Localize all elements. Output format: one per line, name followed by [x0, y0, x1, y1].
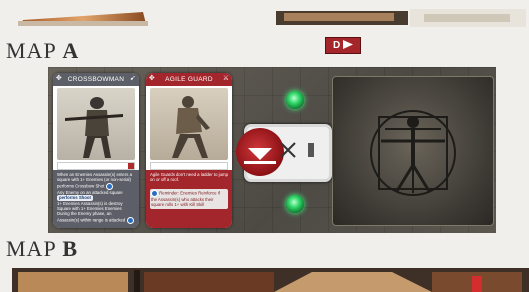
card-agile-guard[interactable]: ✥ AGILE GUARD ⚔ Agile Guards don't need … [146, 73, 232, 228]
map-a-label: MAP A [6, 38, 79, 64]
card-agile-guard-header: ✥ AGILE GUARD ⚔ [146, 73, 232, 86]
reminder-icon [151, 189, 158, 197]
door-badge: D [325, 37, 361, 54]
tile-strip-left [18, 12, 148, 26]
card-agile-guard-title: AGILE GUARD [165, 76, 213, 83]
map-b-letter: B [62, 236, 79, 261]
card-crossbowman-text: When an Enemies Assassin(s) enters a squ… [53, 170, 139, 228]
door-badge-label: D [332, 40, 341, 51]
chevron-down-icon [244, 148, 276, 164]
skill-token-icon [126, 216, 134, 224]
card-line: Assassin(s) within range is attacked [57, 216, 135, 224]
card-crossbowman[interactable]: ✥ CROSSBOWMAN ➹ When an Enemies Assassin… [53, 73, 139, 228]
crossbowman-figure-icon [65, 97, 123, 158]
card-line: Reminder: Enemies Reinforce if the Assas… [150, 188, 228, 209]
skill-token-icon [105, 182, 113, 190]
map-a-board: ✥ CROSSBOWMAN ➹ When an Enemies Assassin… [48, 67, 496, 233]
green-gem-bottom[interactable] [286, 195, 304, 213]
bow-icon: ➹ [129, 75, 137, 82]
card-crossbowman-health-bar [57, 162, 135, 170]
crosshair-icon: ✥ [55, 75, 63, 82]
crosshair-icon: ✥ [148, 75, 156, 82]
card-crossbowman-title: CROSSBOWMAN [67, 76, 125, 83]
card-line: performs Crossbow Shot [57, 182, 135, 190]
map-b-prefix: MAP [6, 236, 63, 261]
card-crossbowman-header: ✥ CROSSBOWMAN ➹ [53, 73, 139, 86]
map-a-letter: A [62, 38, 80, 63]
card-line: When an Enemies Assassin(s) enters a squ… [57, 172, 132, 183]
vitruvian-man-icon [370, 110, 456, 196]
map-b-label: MAP B [6, 236, 78, 262]
door-marker[interactable] [236, 128, 284, 176]
card-crossbowman-portrait [57, 88, 135, 160]
tile-strip-right [276, 9, 526, 27]
card-agile-guard-health-bar [150, 162, 228, 170]
map-b-board-strip [12, 268, 529, 292]
door-arrow-icon [343, 40, 353, 49]
agile-guard-figure-icon [172, 96, 210, 158]
card-agile-guard-text: Agile Guards don't need a ladder to jump… [146, 170, 232, 228]
crossed-swords-icon [280, 142, 296, 158]
green-gem-top[interactable] [286, 91, 304, 109]
door-lock-slot [308, 143, 314, 157]
card-line: Agile Guards don't need a ladder to jump… [150, 172, 228, 183]
card-agile-guard-portrait [150, 88, 228, 160]
sword-icon: ⚔ [222, 75, 230, 82]
vitruvian-tile [332, 76, 494, 226]
map-a-prefix: MAP [6, 38, 63, 63]
